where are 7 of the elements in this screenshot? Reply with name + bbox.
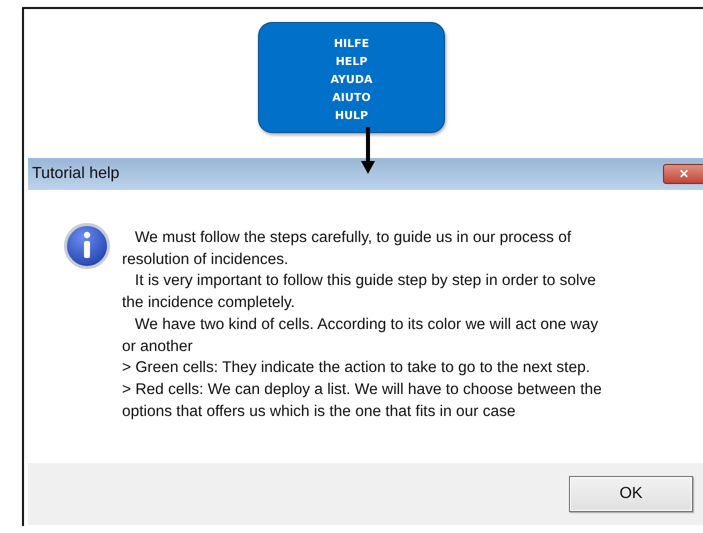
message-text: We must follow the steps carefully, to guide us in our process of resolution of incidences. It is very important to follow this guide step by step in order to solve the incidence completely. We have two kind of cells. According to its color we will act one way or another > Green cells: They indicate the action to take to go to the next step. > Red cells: We can deploy a list. We will have to choose between the options that offers us which is the one that fits in our case: [122, 228, 602, 422]
dialog-title: Tutorial help: [32, 165, 120, 183]
arrow-icon: [361, 127, 375, 174]
close-button[interactable]: ✕: [663, 164, 703, 184]
info-icon: [64, 223, 110, 269]
ok-button[interactable]: OK: [569, 476, 693, 512]
help-button[interactable]: HILFE HELP AYUDA AIUTO HULP: [258, 22, 445, 133]
